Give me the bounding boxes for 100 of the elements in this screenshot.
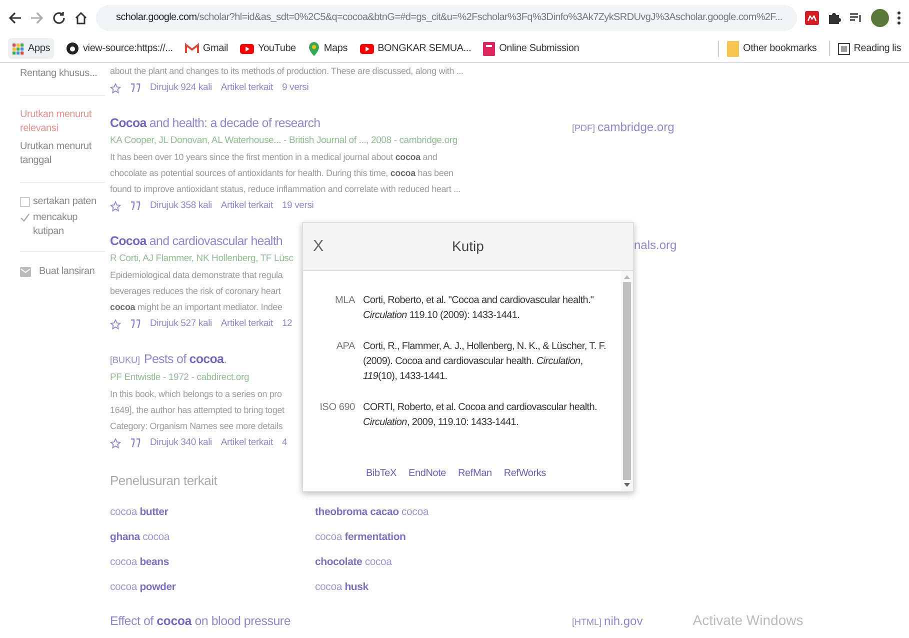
bookmark[interactable]: Other bookmarks (718, 40, 817, 56)
related-search-link[interactable]: cocoa beans (110, 554, 169, 571)
bookmark[interactable]: Online Submission (483, 41, 580, 56)
type-tag: [BUKU] (110, 350, 140, 370)
citation-style-label: ISO 690 (318, 401, 355, 415)
result-authors: R Corti, AJ Flammer, NK Hollenberg, TF Lüsc (110, 252, 294, 266)
result-authors: PF Entwistle - 1972 - cabdirect.org (110, 371, 250, 385)
scrollbar[interactable] (621, 271, 633, 491)
snippet-line: Category: Organism Names see more details (110, 420, 283, 433)
snippet-line: cocoa might be an important mediator. Indee (110, 301, 282, 314)
star-icon[interactable] (110, 200, 121, 212)
extension-icon[interactable] (805, 10, 819, 24)
forward-icon[interactable] (30, 10, 44, 24)
bookmark[interactable]: Apps (8, 38, 54, 59)
export-link[interactable]: EndNote (408, 466, 446, 481)
filter-checkbox[interactable]: mencakup kutipan (20, 211, 100, 239)
playlist-icon[interactable] (849, 12, 863, 24)
map-pin-icon (308, 42, 320, 56)
play-icon (240, 44, 254, 54)
cited-by-link[interactable]: Dirujuk 924 kali (150, 80, 212, 96)
result-title-link[interactable]: Pests of cocoa. (144, 349, 227, 369)
menu-icon[interactable] (897, 10, 901, 24)
result-title-link[interactable]: Cocoa and health: a decade of research (110, 113, 320, 133)
envelope-icon (20, 266, 31, 276)
snippet-line: It has been over 10 years since the first mention in a medical journal about cocoa and (110, 151, 438, 164)
filter-checkbox[interactable]: sertakan paten (20, 195, 100, 209)
snippet-line: In this book, which belongs to a series on pro (110, 388, 282, 401)
sort-option[interactable]: Urutkan menurut relevansi (20, 108, 100, 136)
related-articles-link[interactable]: Artikel terkait (220, 198, 273, 214)
scroll-down-arrow-icon[interactable] (624, 483, 630, 487)
snippet-line: chocolate as potential sources of antioxidants for health. During this time, cocoa has been (110, 167, 454, 180)
bookmark[interactable]: BONGKAR SEMUA... (360, 41, 472, 56)
cited-by-link[interactable]: Dirujuk 527 kali (150, 316, 212, 332)
home-icon[interactable] (74, 10, 88, 24)
star-icon[interactable] (110, 82, 121, 94)
related-articles-link[interactable]: Artikel terkait (220, 80, 273, 96)
cited-by-link[interactable]: Dirujuk 358 kali (150, 198, 212, 214)
create-alert-link[interactable]: Buat lansiran (39, 264, 95, 279)
bookmark[interactable]: Reading lis (828, 41, 901, 56)
checkmark-icon (20, 213, 30, 223)
envelope-m-icon (184, 43, 199, 54)
reload-icon[interactable] (52, 10, 66, 24)
close-button[interactable]: X (313, 234, 324, 258)
back-icon[interactable] (8, 10, 22, 24)
related-search-link[interactable]: cocoa powder (110, 579, 176, 596)
bookmark[interactable]: view-source:https://... (66, 41, 173, 56)
versions-link[interactable]: 4 (282, 436, 288, 450)
related-search-link[interactable]: cocoa fermentation (315, 529, 406, 546)
scroll-up-arrow-icon[interactable] (624, 275, 630, 279)
snippet-line: about the plant and changes to its methods of production. These are discussed, along with ... (110, 65, 464, 78)
citation-text: Corti, R., Flammer, A. J., Hollenberg, N. K., & Lüscher, T. F. (2009). Cocoa and cardiovascular health. Circulation, 119(10), 1433-1441. (363, 340, 607, 384)
source-link[interactable]: nals.org (634, 238, 677, 252)
star-icon[interactable] (110, 438, 121, 448)
star-icon[interactable] (110, 318, 121, 330)
cited-by-link[interactable]: Dirujuk 340 kali (150, 436, 212, 450)
related-search-link[interactable]: cocoa husk (315, 579, 368, 596)
quote-icon[interactable] (130, 83, 141, 93)
export-link[interactable]: RefMan (458, 466, 492, 481)
result-title-link[interactable]: Effect of cocoa on blood pressure (110, 612, 572, 631)
export-link[interactable]: BibTeX (366, 466, 396, 481)
url-text: scholar.google.com/scholar?hl=id&as_sdt=0%2C5&q=cocoa&btnG=#d=gs_cit&u=%2Fscholar%3Fq%3Dinfo%3Ak7ZykSRDUvgJ%3Ascholar.google.com%2F... (116, 11, 782, 25)
citation-style-label: APA (335, 340, 355, 354)
address-bar[interactable]: scholar.google.com/scholar?hl=id&as_sdt=0%2C5&q=cocoa&btnG=#d=gs_cit&u=%2Fscholar%3Fq%3Dinfo%3Ak7ZykSRDUvgJ%3Ascholar.google.com%2F... (96, 4, 797, 30)
versions-link[interactable]: 19 versi (282, 198, 314, 214)
apps-grid-icon (12, 42, 24, 54)
versions-link[interactable]: 12 (282, 316, 292, 332)
date-range-link[interactable]: Rentang khusus... (20, 67, 98, 81)
source-link[interactable]: [PDF] cambridge.org (572, 120, 674, 134)
quote-icon[interactable] (130, 438, 141, 448)
book-icon (483, 42, 496, 56)
related-articles-link[interactable]: Artikel terkait (220, 316, 273, 332)
related-articles-link[interactable]: Artikel terkait (220, 436, 273, 450)
avatar[interactable] (871, 8, 889, 26)
puzzle-icon[interactable] (827, 10, 841, 24)
snippet-line: Epidemiological data demonstrate that regula (110, 269, 283, 282)
related-search-link[interactable]: chocolate cocoa (315, 554, 392, 571)
result-title-link[interactable]: Cocoa and cardiovascular health (110, 231, 283, 251)
related-search-link[interactable]: cocoa butter (110, 504, 168, 521)
snippet-line: beverages reduces the risk of coronary heart (110, 285, 281, 298)
source-link[interactable]: [HTML] nih.gov (572, 612, 643, 630)
list-icon (838, 42, 850, 54)
snippet-line: found to improve antioxidant status, reduce inflammation and correlate with reduced heart ... (110, 183, 460, 196)
bookmark[interactable]: Maps (308, 41, 348, 56)
related-search-link[interactable]: theobroma cacao cocoa (315, 504, 428, 521)
folder-icon (727, 40, 740, 56)
sort-option[interactable]: Urutkan menurut tanggal (20, 140, 100, 168)
related-search-link[interactable]: ghana cocoa (110, 529, 170, 546)
export-link[interactable]: RefWorks (504, 466, 546, 481)
play-icon (360, 44, 374, 54)
bookmark[interactable]: Gmail (184, 41, 228, 56)
citation-text: Corti, Roberto, et al. "Cocoa and cardiovascular health." Circulation 119.10 (2009): 1433-1441. (363, 294, 595, 323)
related-searches-heading: Penelusuran terkait (110, 472, 218, 490)
bookmark[interactable]: YouTube (240, 41, 296, 56)
citation-style-label: MLA (334, 294, 355, 308)
result-authors: KA Cooper, JL Donovan, AL Waterhouse... - British Journal of ..., 2008 - cambridge.org (110, 134, 458, 148)
quote-icon[interactable] (130, 201, 141, 211)
versions-link[interactable]: 9 versi (282, 80, 309, 96)
quote-icon[interactable] (130, 319, 141, 329)
dialog-title: Kutip (452, 237, 484, 256)
snippet-line: 1649], the author has attempted to bring toget (110, 404, 284, 417)
